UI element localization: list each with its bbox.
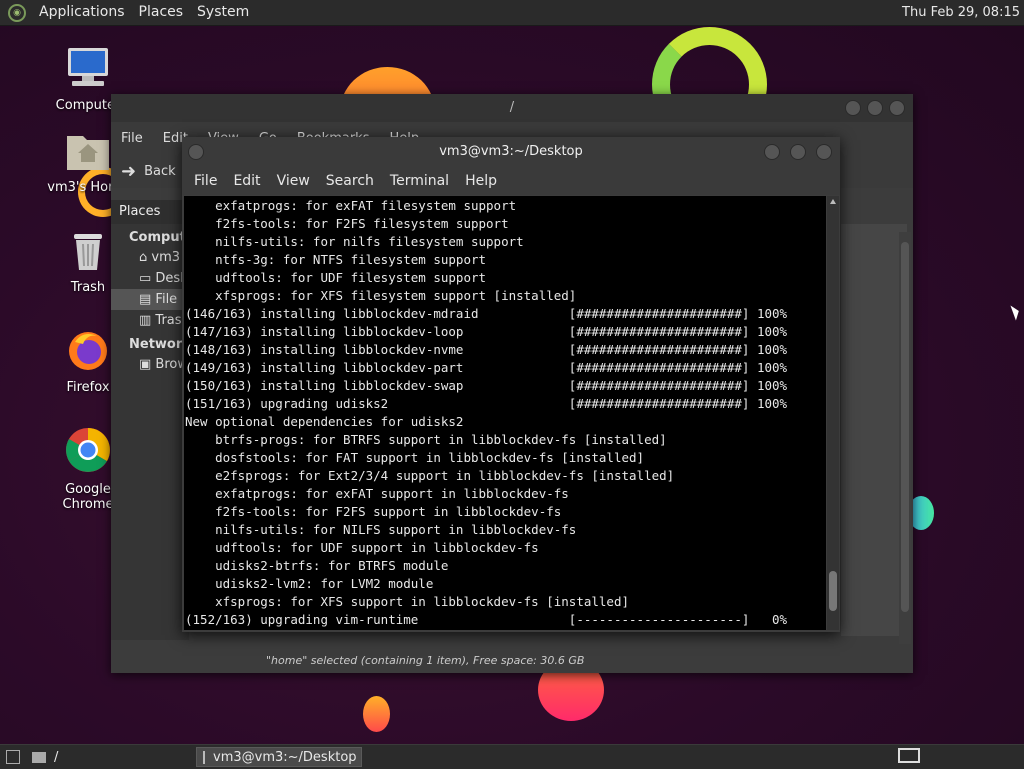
menu-file[interactable]: File — [186, 173, 225, 189]
workspace-switcher[interactable] — [898, 748, 920, 763]
terminal-line: btrfs-progs: for BTRFS support in libblo… — [185, 432, 667, 447]
terminal-line: nilfs-utils: for NILFS support in libblo… — [185, 522, 577, 537]
maximize-button[interactable] — [790, 144, 806, 160]
menu-file[interactable]: File — [111, 131, 153, 146]
terminal-line: udftools: for UDF filesystem support — [185, 270, 487, 285]
terminal-output[interactable]: exfatprogs: for exFAT filesystem support… — [184, 196, 826, 630]
desktop-icon: ▭ — [139, 271, 156, 286]
terminal-line: (151/163) upgrading udisks2 [###########… — [185, 396, 788, 411]
terminal-line: (149/163) installing libblockdev-part [#… — [185, 360, 788, 375]
menu-system[interactable]: System — [190, 0, 256, 25]
terminal-line: e2fsprogs: for Ext2/3/4 support in libbl… — [185, 468, 675, 483]
maximize-button[interactable] — [867, 100, 883, 116]
terminal-line: dosfstools: for FAT support in libblockd… — [185, 450, 645, 465]
terminal-line: nilfs-utils: for nilfs filesystem suppor… — [185, 234, 524, 249]
menu-places[interactable]: Places — [132, 0, 191, 25]
file-view[interactable] — [841, 224, 907, 636]
terminal-line: f2fs-tools: for F2FS filesystem support — [185, 216, 509, 231]
menu-search[interactable]: Search — [318, 173, 382, 189]
close-button[interactable] — [889, 100, 905, 116]
sidebar-section-network: Network — [129, 337, 191, 352]
top-panel: ◉ Applications Places System Thu Feb 29,… — [0, 0, 1024, 26]
terminal-line: (146/163) installing libblockdev-mdraid … — [185, 306, 788, 321]
terminal-line: (147/163) installing libblockdev-loop [#… — [185, 324, 788, 339]
terminal-line: exfatprogs: for exFAT support in libbloc… — [185, 486, 569, 501]
file-manager-titlebar[interactable]: / — [111, 94, 913, 122]
minimize-button[interactable] — [764, 144, 780, 160]
taskbar-item-terminal[interactable]: vm3@vm3:~/Desktop — [196, 747, 362, 767]
terminal-menubar: File Edit View Search Terminal Help — [182, 167, 840, 195]
terminal-line: udisks2-btrfs: for BTRFS module — [185, 558, 449, 573]
trash-small-icon: ▥ — [139, 313, 156, 328]
sidebar-header[interactable]: Places — [111, 200, 189, 224]
window-title: vm3@vm3:~/Desktop — [439, 144, 583, 159]
terminal-icon — [203, 750, 205, 764]
minimize-button[interactable] — [845, 100, 861, 116]
distro-logo-icon[interactable]: ◉ — [8, 3, 26, 22]
decorative-blob-small — [363, 696, 390, 732]
window-title: / — [509, 100, 515, 115]
back-button[interactable]: ➜ Back — [111, 161, 176, 182]
menu-view[interactable]: View — [269, 173, 318, 189]
scroll-thumb[interactable] — [901, 242, 909, 612]
terminal-line: xfsprogs: for XFS support in libblockdev… — [185, 594, 630, 609]
terminal-text: exfatprogs: for exFAT filesystem support… — [184, 196, 826, 629]
scroll-up-icon[interactable] — [830, 199, 836, 204]
sidebar-item-browse-network[interactable]: ▣ Browse Network — [111, 354, 189, 375]
sidebar-item-home[interactable]: ⌂ vm3 — [111, 247, 189, 268]
computer-icon — [40, 46, 136, 94]
drive-icon: ▤ — [139, 292, 156, 307]
terminal-line: ntfs-3g: for NTFS filesystem support — [185, 252, 487, 267]
bottom-panel: / vm3@vm3:~/Desktop — [0, 744, 1024, 769]
menu-edit[interactable]: Edit — [225, 173, 268, 189]
terminal-line: exfatprogs: for exFAT filesystem support — [185, 198, 517, 213]
terminal-line: udftools: for UDF support in libblockdev… — [185, 540, 539, 555]
scroll-thumb[interactable] — [829, 571, 837, 611]
show-desktop-icon — [6, 750, 20, 764]
back-arrow-icon: ➜ — [121, 160, 137, 182]
sidebar-item-desktop[interactable]: ▭ Desktop — [111, 268, 189, 289]
network-icon: ▣ — [139, 357, 156, 372]
terminal-titlebar[interactable]: vm3@vm3:~/Desktop — [182, 137, 840, 167]
terminal-line: xfsprogs: for XFS filesystem support [in… — [185, 288, 577, 303]
terminal-menu-button[interactable] — [188, 144, 204, 160]
show-desktop-button[interactable] — [0, 747, 26, 767]
menu-help[interactable]: Help — [457, 173, 505, 189]
taskbar-label: vm3@vm3:~/Desktop — [213, 749, 357, 765]
sidebar-item-filesystem[interactable]: ▤ File System — [111, 289, 189, 310]
sidebar-item-trash[interactable]: ▥ Trash — [111, 310, 189, 331]
menu-applications[interactable]: Applications — [32, 0, 132, 25]
taskbar-label: / — [54, 749, 59, 765]
close-button[interactable] — [816, 144, 832, 160]
terminal-line: New optional dependencies for udisks2 — [185, 414, 464, 429]
back-label: Back — [144, 163, 176, 179]
terminal-line: udisks2-lvm2: for LVM2 module — [185, 576, 434, 591]
status-bar: "home" selected (containing 1 item), Fre… — [266, 654, 585, 667]
terminal-scrollbar[interactable] — [827, 196, 839, 630]
terminal-line: f2fs-tools: for F2FS support in libblock… — [185, 504, 562, 519]
folder-icon — [32, 751, 46, 763]
places-sidebar: Places Computer ⌂ vm3 ▭ Desktop ▤ File S… — [111, 200, 202, 640]
file-view-scrollbar[interactable] — [899, 232, 911, 644]
terminal-line: (148/163) installing libblockdev-nvme [#… — [185, 342, 788, 357]
terminal-line: (150/163) installing libblockdev-swap [#… — [185, 378, 788, 393]
home-icon: ⌂ — [139, 250, 152, 265]
terminal-line: (152/163) upgrading vim-runtime [-------… — [185, 612, 788, 627]
terminal-window[interactable]: vm3@vm3:~/Desktop File Edit View Search … — [182, 137, 840, 632]
sidebar-section-computer: Computer — [129, 230, 202, 245]
menu-terminal[interactable]: Terminal — [382, 173, 457, 189]
taskbar-item-file-manager[interactable]: / — [26, 747, 196, 767]
clock[interactable]: Thu Feb 29, 08:15 — [902, 0, 1020, 25]
